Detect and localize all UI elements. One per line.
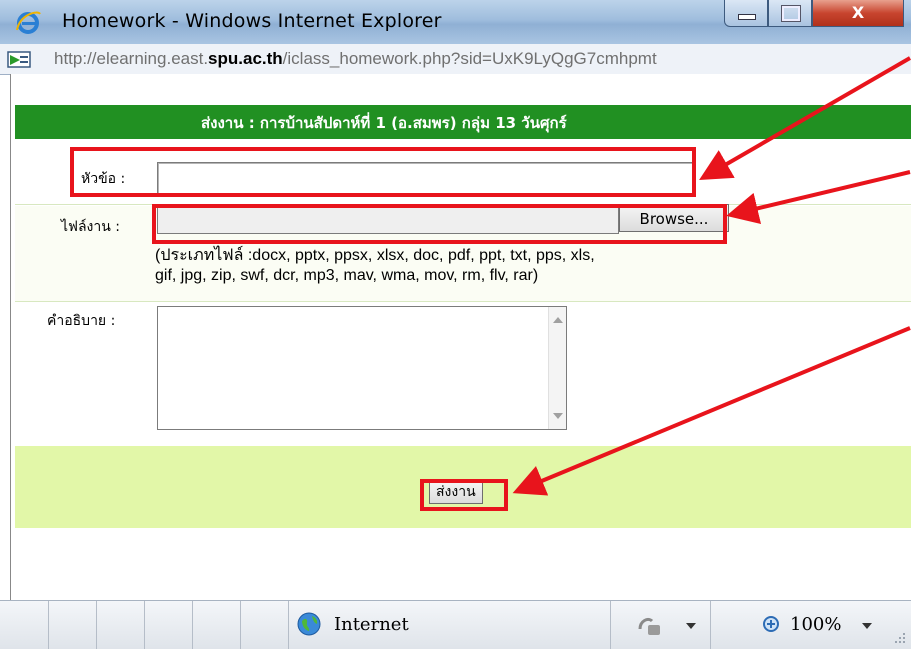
page-icon (7, 51, 31, 68)
form-header: ส่งงาน : การบ้านสัปดาห์ที่ 1 (อ.สมพร) กล… (15, 105, 911, 139)
url-suffix: /iclass_homework.php?sid=UxK9LyQgG7cmhpm… (282, 49, 657, 68)
description-textarea[interactable] (157, 306, 567, 430)
url-domain: spu.ac.th (208, 49, 283, 68)
window-titlebar[interactable]: Homework - Windows Internet Explorer X (0, 0, 911, 45)
zoom-icon[interactable] (762, 615, 782, 635)
annotation-box-browse (152, 204, 727, 244)
window-controls: X (724, 0, 904, 30)
status-separator (144, 601, 145, 649)
resize-grip-icon[interactable] (893, 631, 907, 645)
globe-icon (297, 612, 321, 636)
url-prefix: http://elearning.east. (54, 49, 209, 68)
address-bar: http://elearning.east.spu.ac.th/iclass_h… (0, 44, 911, 75)
maximize-icon (781, 5, 801, 22)
annotation-box-submit (420, 479, 508, 511)
description-label: คำอธิบาย : (47, 313, 116, 329)
file-types-note: (ประเภทไฟล์ :docx, pptx, ppsx, xlsx, doc… (155, 246, 855, 286)
form-title: ส่งงาน : การบ้านสัปดาห์ที่ 1 (อ.สมพร) กล… (201, 114, 567, 132)
status-separator (710, 601, 711, 649)
status-separator (288, 601, 289, 649)
textarea-scrollbar[interactable] (548, 307, 566, 429)
minimize-icon (738, 14, 756, 20)
maximize-button[interactable] (768, 0, 812, 27)
scroll-up-icon[interactable] (553, 317, 563, 323)
chevron-down-icon[interactable] (686, 623, 696, 629)
annotation-box-subject (70, 147, 696, 197)
window-title: Homework - Windows Internet Explorer (62, 10, 442, 32)
file-types-line-1: (ประเภทไฟล์ :docx, pptx, ppsx, xlsx, doc… (155, 247, 595, 264)
close-icon: X (851, 3, 865, 22)
zoom-level[interactable]: 100% (790, 614, 841, 635)
minimize-button[interactable] (724, 0, 768, 27)
file-label: ไฟล์งาน : (61, 219, 120, 235)
file-types-line-2: gif, jpg, zip, swf, dcr, mp3, mav, wma, … (155, 267, 539, 284)
close-button[interactable]: X (812, 0, 904, 27)
scroll-down-icon[interactable] (553, 413, 563, 419)
status-separator (240, 601, 241, 649)
internet-explorer-icon (16, 11, 41, 34)
status-separator (96, 601, 97, 649)
status-separator (610, 601, 611, 649)
status-separator (192, 601, 193, 649)
description-row: คำอธิบาย : (15, 302, 911, 446)
url-field[interactable]: http://elearning.east.spu.ac.th/iclass_h… (54, 49, 911, 69)
chevron-down-icon[interactable] (862, 623, 872, 629)
protected-mode-icon[interactable] (638, 615, 664, 637)
status-separator (48, 601, 49, 649)
security-zone: Internet (334, 614, 409, 635)
status-bar: Internet 100% (0, 600, 911, 649)
